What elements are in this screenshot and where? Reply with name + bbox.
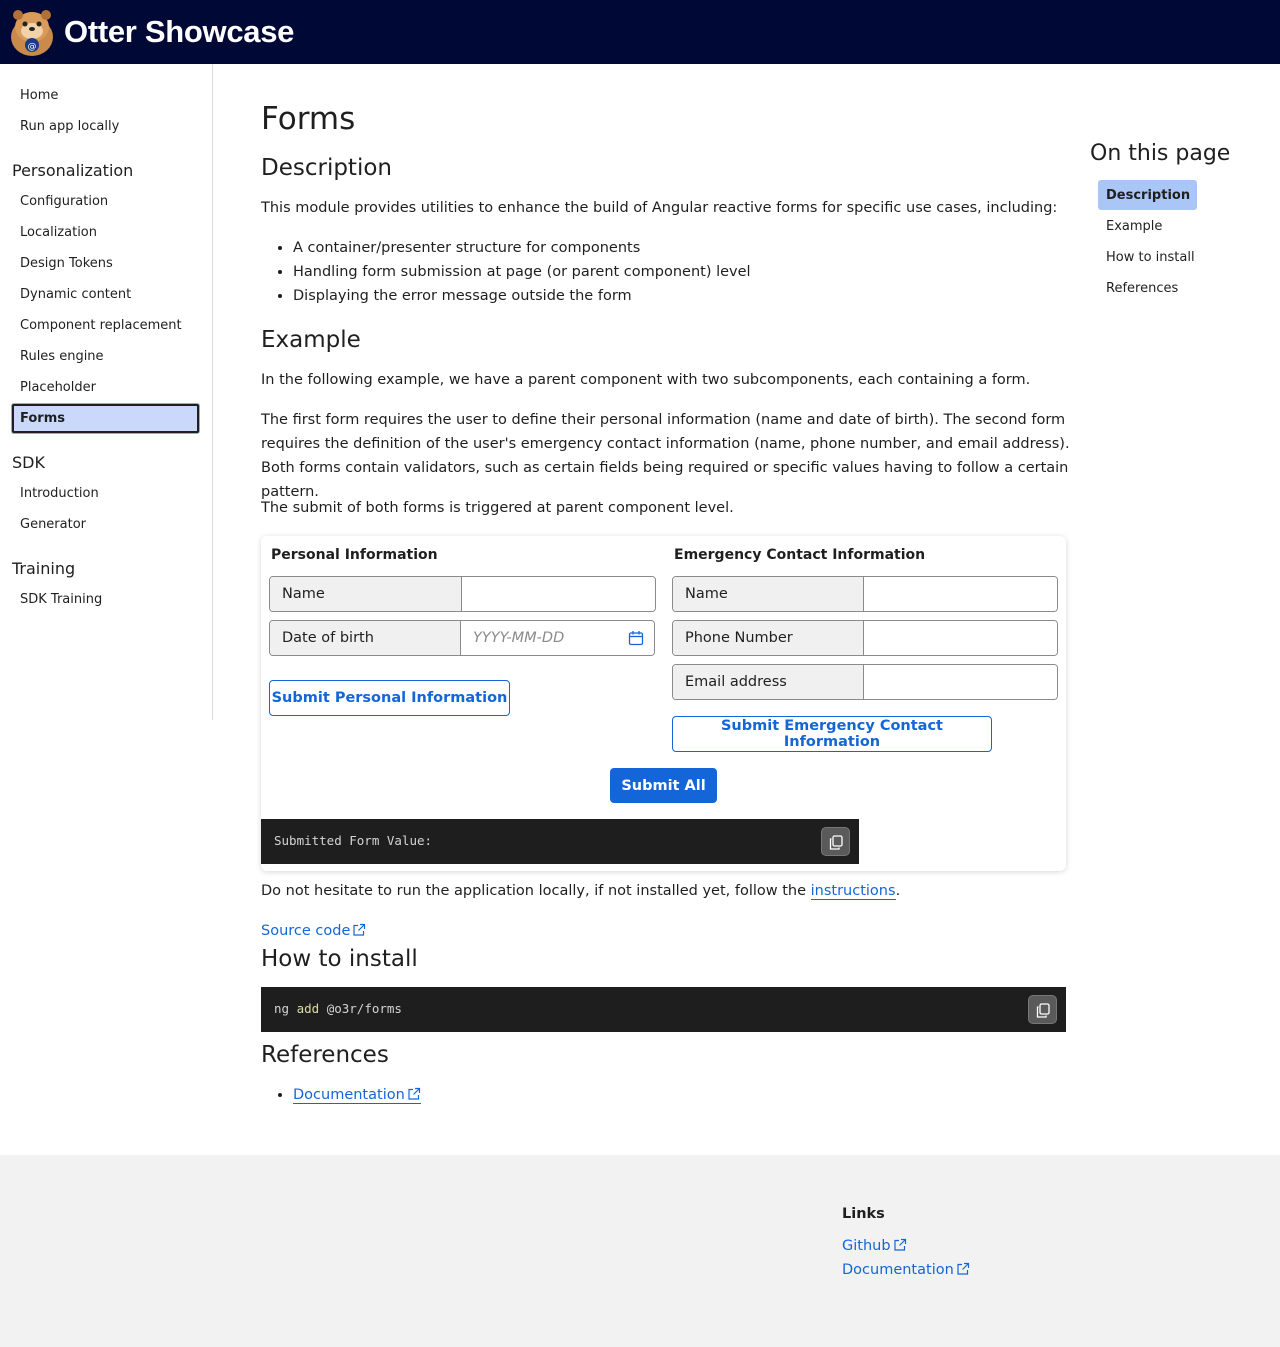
personal-name-field: Name xyxy=(269,576,656,612)
how-to-install-heading: How to install xyxy=(261,946,418,972)
example-paragraph-1: In the following example, we have a pare… xyxy=(261,372,1031,388)
svg-text:@: @ xyxy=(28,42,37,52)
phone-number-field: Phone Number xyxy=(672,620,1058,656)
description-heading: Description xyxy=(261,155,392,181)
description-list: A container/presenter structure for comp… xyxy=(293,236,751,308)
sidebar-group-training: Training xyxy=(12,559,76,578)
source-code-row: Source code xyxy=(261,919,1071,943)
sidebar-item-dynamic-content[interactable]: Dynamic content xyxy=(20,287,131,302)
sidebar-item-run-app-locally[interactable]: Run app locally xyxy=(20,119,119,134)
documentation-link[interactable]: Documentation xyxy=(293,1087,421,1104)
sidebar-item-rules-engine[interactable]: Rules engine xyxy=(20,349,104,364)
toc-item-label: Description xyxy=(1106,188,1191,203)
sidebar-item-home[interactable]: Home xyxy=(20,88,58,103)
list-item: Documentation xyxy=(293,1083,421,1107)
footer: Links Github Documentation xyxy=(0,1155,1280,1347)
run-locally-suffix: . xyxy=(895,883,901,899)
sidebar-item-sdk-training[interactable]: SDK Training xyxy=(20,592,102,607)
emergency-contact-title: Emergency Contact Information xyxy=(674,547,926,563)
date-of-birth-label: Date of birth xyxy=(270,621,461,655)
example-paragraph-2: The first form requires the user to defi… xyxy=(261,412,1070,500)
cmd-keyword: add xyxy=(296,1001,320,1016)
run-locally-paragraph: Do not hesitate to run the application l… xyxy=(261,879,1071,903)
copy-button[interactable] xyxy=(1028,995,1057,1024)
install-command: ng add @o3r/forms xyxy=(274,1001,402,1016)
email-address-field: Email address xyxy=(672,664,1058,700)
toc-item-references[interactable]: References xyxy=(1106,281,1178,296)
list-item: Handling form submission at page (or par… xyxy=(293,260,751,284)
footer-documentation-label: Documentation xyxy=(842,1262,954,1278)
personal-name-input[interactable] xyxy=(462,577,655,611)
copy-icon xyxy=(829,835,843,850)
emergency-name-field: Name xyxy=(672,576,1058,612)
toc-title: On this page xyxy=(1090,141,1231,166)
external-link-icon xyxy=(408,1087,420,1100)
sidebar-item-placeholder[interactable]: Placeholder xyxy=(20,380,96,395)
references-list: Documentation xyxy=(293,1083,421,1107)
sidebar-item-design-tokens[interactable]: Design Tokens xyxy=(20,256,113,271)
references-heading: References xyxy=(261,1042,389,1068)
external-link-icon xyxy=(957,1262,969,1275)
example-heading: Example xyxy=(261,327,361,353)
top-bar: @ Otter Showcase xyxy=(0,0,1280,64)
sidebar-group-sdk: SDK xyxy=(12,453,45,472)
phone-number-label: Phone Number xyxy=(673,621,864,655)
sidebar-item-configuration[interactable]: Configuration xyxy=(20,194,108,209)
email-address-label: Email address xyxy=(673,665,864,699)
footer-links-title: Links xyxy=(842,1206,885,1222)
description-intro: This module provides utilities to enhanc… xyxy=(261,200,1058,216)
toc-item-example[interactable]: Example xyxy=(1106,219,1162,234)
list-item: Displaying the error message outside the… xyxy=(293,284,751,308)
run-locally-text: Do not hesitate to run the application l… xyxy=(261,883,811,899)
footer-documentation-link[interactable]: Documentation xyxy=(842,1262,970,1278)
personal-info-title: Personal Information xyxy=(271,547,438,563)
copy-icon xyxy=(1036,1003,1050,1018)
submit-emergency-contact-button[interactable]: Submit Emergency Contact Information xyxy=(672,716,992,752)
github-link[interactable]: Github xyxy=(842,1238,907,1254)
sidebar-item-label: Forms xyxy=(20,411,65,426)
emergency-name-input[interactable] xyxy=(864,577,1057,611)
example-paragraph-3: The submit of both forms is triggered at… xyxy=(261,500,734,516)
source-code-link[interactable]: Source code xyxy=(261,923,366,939)
sidebar-item-introduction[interactable]: Introduction xyxy=(20,486,99,501)
footer-github-row: Github xyxy=(842,1238,907,1254)
footer-documentation-row: Documentation xyxy=(842,1262,970,1278)
otter-logo-icon[interactable]: @ xyxy=(8,7,56,57)
sidebar-item-component-replacement[interactable]: Component replacement xyxy=(20,318,182,333)
sidebar-item-localization[interactable]: Localization xyxy=(20,225,97,240)
submit-personal-info-button[interactable]: Submit Personal Information xyxy=(269,680,510,716)
submitted-value-text: Submitted Form Value: xyxy=(274,833,433,848)
submitted-value-output: Submitted Form Value: xyxy=(261,819,859,864)
github-label: Github xyxy=(842,1238,891,1254)
list-item: A container/presenter structure for comp… xyxy=(293,236,751,260)
documentation-label: Documentation xyxy=(293,1087,405,1103)
instructions-link[interactable]: instructions xyxy=(810,883,896,900)
calendar-icon[interactable] xyxy=(628,630,644,646)
emergency-name-label: Name xyxy=(673,577,864,611)
install-command-block: ng add @o3r/forms xyxy=(261,987,1066,1032)
cmd-arg: @o3r/forms xyxy=(326,1001,402,1016)
phone-number-input[interactable] xyxy=(864,621,1057,655)
sidebar-group-personalization: Personalization xyxy=(12,161,134,180)
forms-example-card: Personal Information Name Date of birth … xyxy=(261,536,1066,871)
app-title[interactable]: Otter Showcase xyxy=(64,14,294,50)
submit-all-button[interactable]: Submit All xyxy=(610,768,717,803)
source-code-label: Source code xyxy=(261,923,351,939)
page-title: Forms xyxy=(261,101,356,137)
date-of-birth-field: Date of birth xyxy=(269,620,655,656)
toc-item-how-to-install[interactable]: How to install xyxy=(1106,250,1195,265)
external-link-icon xyxy=(353,923,366,936)
sidebar-item-generator[interactable]: Generator xyxy=(20,517,86,532)
sidebar-nav: Home Run app locally Personalization Con… xyxy=(0,64,213,720)
sidebar-item-forms[interactable]: Forms xyxy=(12,404,199,433)
external-link-icon xyxy=(893,1238,906,1251)
date-of-birth-input[interactable] xyxy=(461,621,654,655)
cmd-name: ng xyxy=(274,1001,290,1016)
personal-name-label: Name xyxy=(270,577,462,611)
email-address-input[interactable] xyxy=(864,665,1057,699)
toc-item-description[interactable]: Description xyxy=(1098,180,1197,210)
copy-button[interactable] xyxy=(821,827,850,856)
